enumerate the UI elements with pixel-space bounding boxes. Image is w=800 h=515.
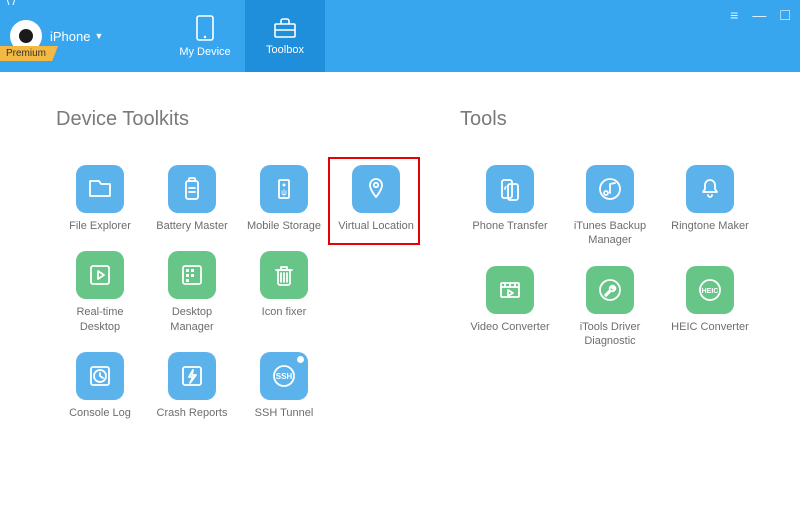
tile-label: Crash Reports (157, 406, 228, 420)
tile-file-explorer[interactable]: File Explorer (56, 165, 144, 233)
tile-label: iTools Driver Diagnostic (562, 320, 658, 349)
tile-label: Phone Transfer (472, 219, 547, 233)
tile-label: HEIC Converter (671, 320, 749, 334)
wrench-icon (586, 266, 634, 314)
tile-phone-transfer[interactable]: Phone Transfer (460, 165, 560, 248)
svg-text:HEIC: HEIC (702, 288, 719, 295)
tab-label: Toolbox (266, 44, 304, 56)
tile-battery-master[interactable]: Battery Master (148, 165, 236, 233)
tab-toolbox[interactable]: Toolbox (245, 0, 325, 72)
toolkits-grid: File Explorer Battery Master ψ Mobile Stora… (56, 165, 452, 420)
main-content: Device Toolkits File Explorer Battery Mas… (0, 72, 800, 420)
tile-label: Icon fixer (262, 305, 307, 319)
film-icon (486, 266, 534, 314)
play-icon (76, 251, 124, 299)
menu-icon[interactable]: ≡ (730, 8, 738, 24)
tile-label: Desktop Manager (150, 305, 234, 334)
tile-itunes-backup[interactable]: iTunes Backup Manager (560, 165, 660, 248)
tile-ringtone-maker[interactable]: Ringtone Maker (660, 165, 760, 248)
tools-grid: Phone Transfer iTunes Backup Manager Ringt… (460, 165, 760, 348)
logo-ears-decoration: \ / (6, 0, 16, 8)
phone-sync-icon (486, 165, 534, 213)
device-name: iPhone (50, 29, 90, 44)
minimize-icon[interactable]: — (752, 8, 766, 24)
window-controls: ≡ — □ (730, 8, 790, 24)
tile-heic-converter[interactable]: HEIC HEIC Converter (660, 266, 760, 349)
grid-icon (168, 251, 216, 299)
tile-label: Mobile Storage (247, 219, 321, 233)
folder-icon (76, 165, 124, 213)
tablet-icon (194, 14, 216, 42)
battery-icon (168, 165, 216, 213)
app-header: \ / iPhone ▼ Premium My Device Toolbox ≡… (0, 0, 800, 72)
tile-label: Virtual Location (338, 219, 414, 233)
logo-area: \ / iPhone ▼ Premium (0, 0, 165, 72)
trash-icon (260, 251, 308, 299)
clock-icon (76, 352, 124, 400)
bell-icon (686, 165, 734, 213)
usb-icon: ψ (260, 165, 308, 213)
ssh-icon: SSH (260, 352, 308, 400)
section-title-tools: Tools (460, 108, 760, 131)
svg-text:SSH: SSH (276, 372, 293, 381)
device-toolkits-section: Device Toolkits File Explorer Battery Mas… (56, 108, 452, 420)
caret-down-icon: ▼ (94, 31, 103, 41)
tile-label: iTunes Backup Manager (562, 219, 658, 248)
tile-label: Real-time Desktop (58, 305, 142, 334)
tab-my-device[interactable]: My Device (165, 0, 245, 72)
music-note-icon (586, 165, 634, 213)
tile-label: SSH Tunnel (255, 406, 314, 420)
premium-badge: Premium (0, 46, 58, 61)
tile-mobile-storage[interactable]: ψ Mobile Storage (240, 165, 328, 233)
tile-console-log[interactable]: Console Log (56, 352, 144, 420)
device-selector[interactable]: iPhone ▼ (50, 29, 103, 44)
tile-crash-reports[interactable]: Crash Reports (148, 352, 236, 420)
close-icon[interactable]: □ (780, 8, 790, 24)
tile-realtime-desktop[interactable]: Real-time Desktop (56, 251, 144, 334)
tile-video-converter[interactable]: Video Converter (460, 266, 560, 349)
heic-icon: HEIC (686, 266, 734, 314)
section-title-toolkits: Device Toolkits (56, 108, 452, 131)
tile-label: Console Log (69, 406, 131, 420)
tile-ssh-tunnel[interactable]: SSH SSH Tunnel (240, 352, 328, 420)
svg-text:ψ: ψ (281, 188, 287, 197)
tile-label: File Explorer (69, 219, 131, 233)
location-pin-icon (352, 165, 400, 213)
lightning-icon (168, 352, 216, 400)
status-dot (297, 356, 304, 363)
tile-label: Battery Master (156, 219, 228, 233)
tile-icon-fixer[interactable]: Icon fixer (240, 251, 328, 334)
tile-label: Video Converter (470, 320, 549, 334)
tile-virtual-location[interactable]: Virtual Location (332, 165, 420, 233)
tab-label: My Device (179, 46, 230, 58)
toolbox-icon (272, 16, 298, 40)
tile-label: Ringtone Maker (671, 219, 749, 233)
tile-desktop-manager[interactable]: Desktop Manager (148, 251, 236, 334)
tools-section: Tools Phone Transfer iTunes Backup Manage… (452, 108, 760, 420)
tile-itools-driver[interactable]: iTools Driver Diagnostic (560, 266, 660, 349)
